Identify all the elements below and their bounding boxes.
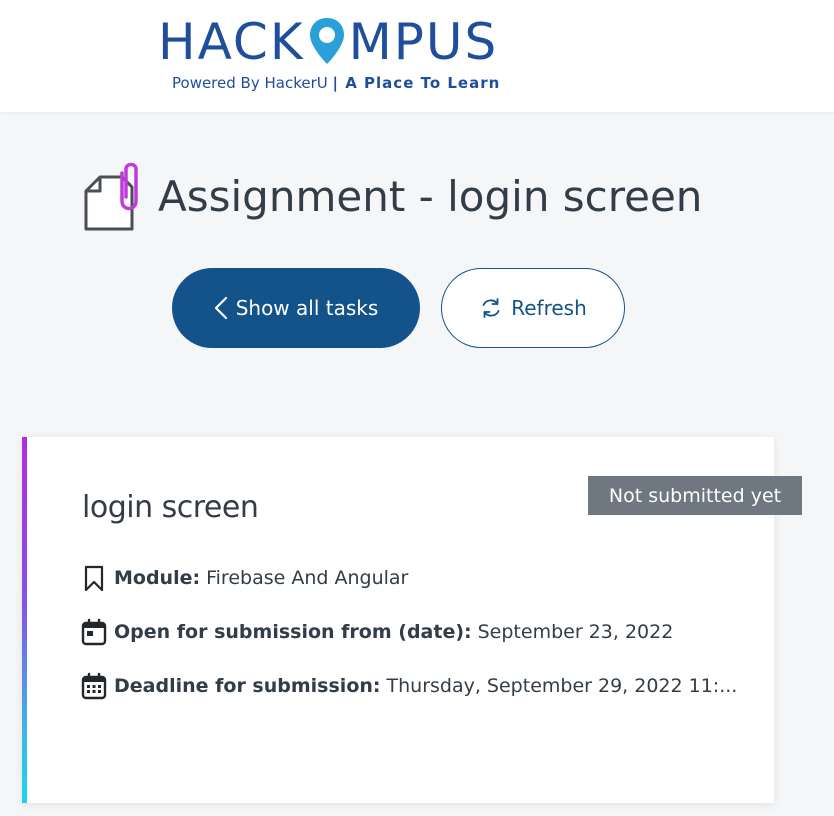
logo-wordmark: HACK MPUS [158, 13, 499, 71]
show-all-tasks-label: Show all tasks [235, 296, 379, 320]
hackompus-logo[interactable]: HACK MPUS Powered By HackerU | A Place T… [158, 10, 558, 100]
logo-tagline: Powered By HackerU | A Place To Learn [172, 74, 501, 92]
open-date-row: Open for submission from (date): Septemb… [80, 616, 673, 648]
show-all-tasks-button[interactable]: Show all tasks [172, 268, 420, 348]
page-title: Assignment - login screen [158, 171, 703, 221]
deadline-value: Thursday, September 29, 2022 11:... [386, 675, 738, 697]
logo-left-text: HACK [158, 13, 305, 71]
bookmark-icon [84, 565, 104, 592]
status-badge: Not submitted yet [588, 476, 802, 515]
refresh-icon [482, 298, 500, 318]
site-header: HACK MPUS Powered By HackerU | A Place T… [0, 0, 834, 112]
deadline-row: Deadline for submission: Thursday, Septe… [80, 670, 737, 702]
refresh-label: Refresh [511, 296, 587, 320]
logo-right-text: MPUS [348, 13, 499, 71]
open-date-value: September 23, 2022 [477, 621, 674, 643]
file-attachment-icon [84, 162, 138, 231]
location-pin-icon [309, 18, 344, 64]
module-value: Firebase And Angular [206, 567, 409, 589]
assignment-title: login screen [82, 490, 259, 525]
page-title-row: Assignment - login screen [80, 156, 702, 236]
card-accent-bar [22, 437, 27, 803]
calendar-grid-icon [81, 672, 107, 700]
open-date-label: Open for submission from (date): [114, 621, 472, 643]
refresh-button[interactable]: Refresh [441, 268, 625, 348]
calendar-icon [81, 618, 107, 646]
module-row: Module: Firebase And Angular [80, 562, 408, 594]
deadline-label: Deadline for submission: [114, 675, 381, 697]
chevron-left-icon [214, 296, 227, 320]
module-label: Module: [114, 567, 201, 589]
